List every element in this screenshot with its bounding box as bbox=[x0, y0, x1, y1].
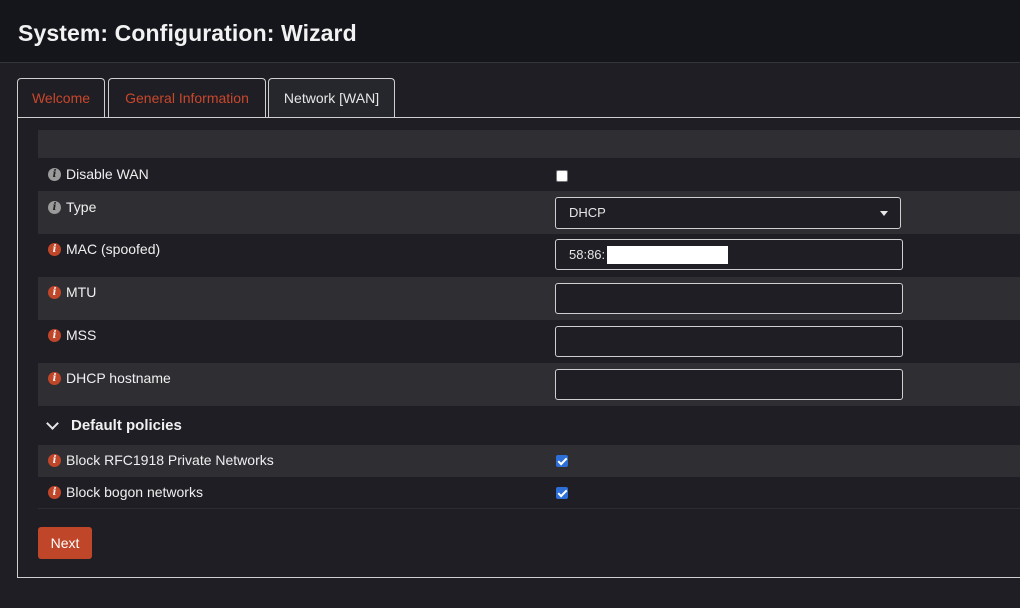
mtu-input[interactable] bbox=[555, 283, 903, 314]
dhcp-hostname-input[interactable] bbox=[555, 369, 903, 400]
mac-input-value: 58:86: bbox=[569, 247, 606, 262]
row-mtu: i MTU bbox=[38, 277, 1020, 320]
chevron-down-icon bbox=[46, 417, 59, 430]
mss-input[interactable] bbox=[555, 326, 903, 357]
wizard-panel: i Disable WAN i Type DHCP i MAC (spoofed… bbox=[17, 117, 1020, 578]
section-default-policies: Default policies bbox=[38, 406, 1020, 445]
row-disable-wan: i Disable WAN bbox=[38, 158, 1020, 191]
tab-network-wan[interactable]: Network [WAN] bbox=[268, 78, 395, 118]
default-policies-title: Default policies bbox=[71, 417, 182, 434]
mss-label-text: MSS bbox=[66, 327, 97, 343]
page-title: System: Configuration: Wizard bbox=[18, 20, 357, 46]
info-icon[interactable]: i bbox=[48, 453, 61, 467]
next-button[interactable]: Next bbox=[38, 527, 92, 559]
mac-input[interactable]: 58:86: bbox=[555, 239, 903, 270]
info-icon[interactable]: i bbox=[48, 328, 61, 342]
block-bogon-checkbox[interactable] bbox=[556, 487, 568, 499]
block-rfc1918-label-text: Block RFC1918 Private Networks bbox=[66, 452, 274, 468]
dhcp-hostname-label: i DHCP hostname bbox=[48, 370, 171, 386]
tab-welcome[interactable]: Welcome bbox=[17, 78, 105, 117]
mtu-label-text: MTU bbox=[66, 284, 97, 300]
redaction-block bbox=[607, 246, 728, 264]
row-dhcp-hostname: i DHCP hostname bbox=[38, 363, 1020, 406]
disable-wan-checkbox[interactable] bbox=[556, 170, 568, 182]
row-block-rfc1918: i Block RFC1918 Private Networks bbox=[38, 445, 1020, 477]
type-select[interactable]: DHCP bbox=[555, 197, 901, 229]
row-block-bogon: i Block bogon networks bbox=[38, 477, 1020, 509]
block-bogon-label-text: Block bogon networks bbox=[66, 484, 203, 500]
info-icon[interactable]: i bbox=[48, 371, 61, 385]
info-icon[interactable]: i bbox=[48, 200, 61, 214]
mac-label: i MAC (spoofed) bbox=[48, 241, 160, 257]
disable-wan-label: i Disable WAN bbox=[48, 166, 149, 182]
dhcp-hostname-label-text: DHCP hostname bbox=[66, 370, 171, 386]
info-icon[interactable]: i bbox=[48, 285, 61, 299]
block-bogon-label: i Block bogon networks bbox=[48, 484, 203, 500]
chevron-down-icon bbox=[880, 211, 888, 216]
page-header: System: Configuration: Wizard bbox=[0, 0, 1020, 63]
mtu-label: i MTU bbox=[48, 284, 96, 300]
type-label-text: Type bbox=[66, 199, 97, 215]
row-type: i Type DHCP bbox=[38, 191, 1020, 234]
info-icon[interactable]: i bbox=[48, 167, 61, 181]
mac-label-text: MAC (spoofed) bbox=[66, 241, 161, 257]
row-mac: i MAC (spoofed) 58:86: bbox=[38, 234, 1020, 277]
type-select-value: DHCP bbox=[569, 205, 606, 220]
info-icon[interactable]: i bbox=[48, 242, 61, 256]
type-label: i Type bbox=[48, 199, 96, 215]
block-rfc1918-checkbox[interactable] bbox=[556, 455, 568, 467]
default-policies-toggle[interactable]: Default policies bbox=[46, 417, 182, 434]
block-rfc1918-label: i Block RFC1918 Private Networks bbox=[48, 452, 274, 468]
disable-wan-label-text: Disable WAN bbox=[66, 166, 149, 182]
tab-general-information[interactable]: General Information bbox=[108, 78, 266, 117]
table-header-row bbox=[38, 130, 1020, 158]
row-mss: i MSS bbox=[38, 320, 1020, 363]
mss-label: i MSS bbox=[48, 327, 96, 343]
info-icon[interactable]: i bbox=[48, 485, 61, 499]
